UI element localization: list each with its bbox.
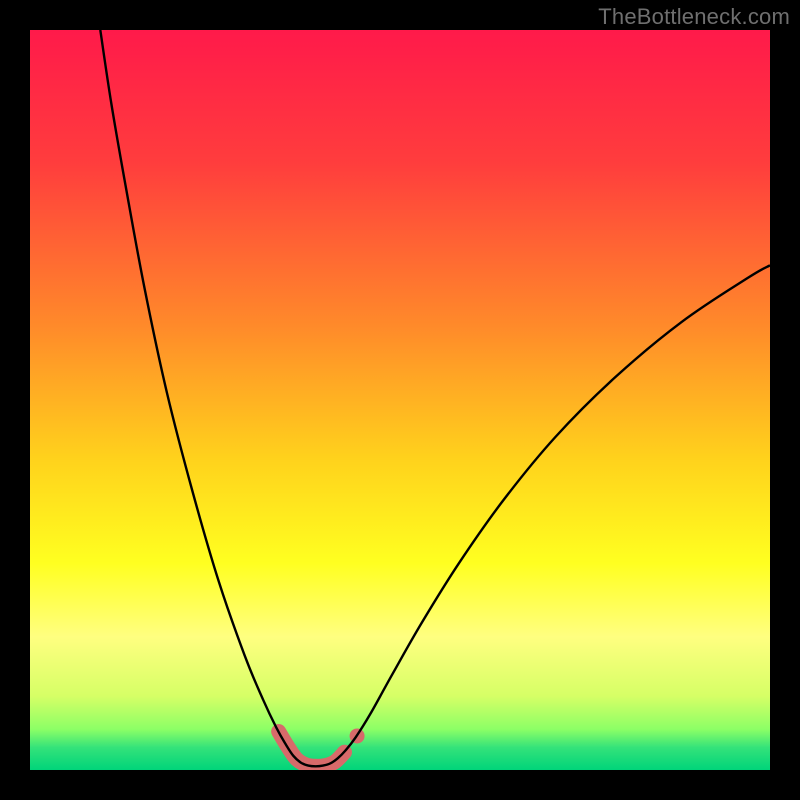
chart-svg — [30, 30, 770, 770]
chart-frame: TheBottleneck.com — [0, 0, 800, 800]
watermark-text: TheBottleneck.com — [598, 4, 790, 30]
plot-area — [30, 30, 770, 770]
